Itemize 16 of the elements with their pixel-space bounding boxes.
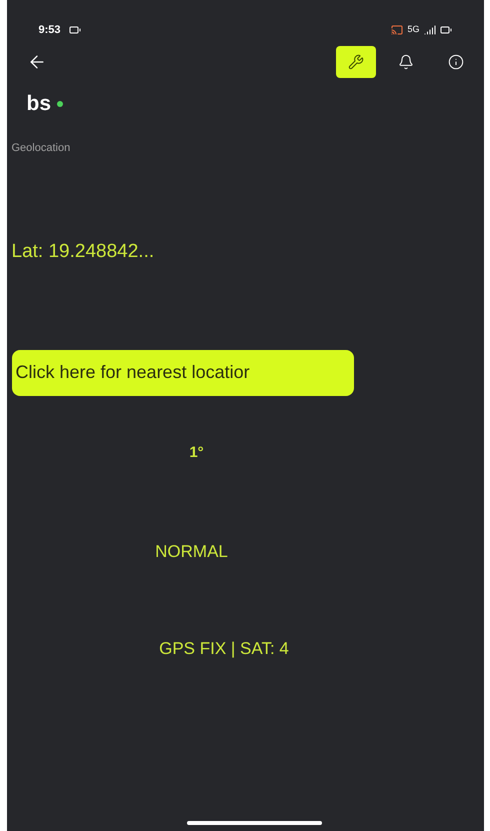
heading-text: 1° — [189, 442, 204, 462]
latitude-text: Lat: 19.248842... — [10, 240, 154, 264]
info-icon — [448, 54, 464, 70]
gps-status-text: GPS FIX | SAT: 4 — [159, 638, 289, 660]
status-time: 9:53 — [38, 22, 61, 38]
cast-icon — [391, 24, 404, 36]
network-type: 5G — [407, 23, 420, 36]
battery-icon — [440, 24, 452, 36]
nearest-location-button[interactable]: Click here for nearest locatior — [12, 350, 354, 396]
section-label: Geolocation — [10, 140, 70, 156]
bell-icon — [398, 54, 414, 70]
wrench-button[interactable] — [336, 46, 376, 78]
battery-saver-icon — [68, 24, 81, 36]
device-name: bs — [26, 91, 52, 117]
mode-text: NORMAL — [155, 541, 228, 563]
wrench-icon — [348, 54, 364, 70]
